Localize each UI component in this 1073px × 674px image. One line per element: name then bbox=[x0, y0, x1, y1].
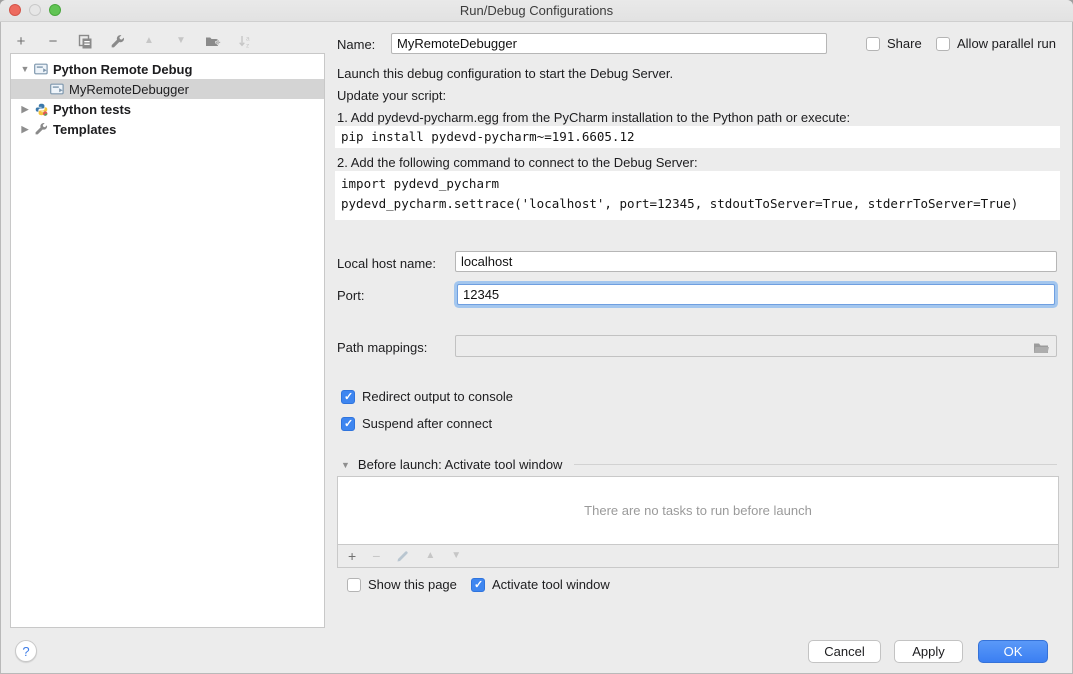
chevron-down-icon[interactable]: ▼ bbox=[341, 460, 350, 470]
wrench-icon bbox=[33, 122, 49, 136]
new-folder-button[interactable] bbox=[204, 32, 222, 50]
show-this-page-checkbox-row[interactable]: Show this page bbox=[347, 577, 457, 592]
edit-pencil-icon bbox=[396, 550, 409, 563]
intro-text-line2: Update your script: bbox=[337, 88, 446, 103]
chevron-down-icon[interactable]: ▼ bbox=[19, 64, 31, 74]
add-icon: + bbox=[17, 34, 26, 49]
svg-text:z: z bbox=[246, 42, 249, 49]
apply-button[interactable]: Apply bbox=[894, 640, 963, 663]
path-mappings-label: Path mappings: bbox=[337, 340, 427, 355]
help-button[interactable]: ? bbox=[15, 640, 37, 662]
remove-task-icon: − bbox=[372, 549, 380, 563]
local-host-name-label: Local host name: bbox=[337, 256, 436, 271]
allow-parallel-run-checkbox[interactable] bbox=[936, 37, 950, 51]
folder-icon[interactable] bbox=[1033, 341, 1050, 354]
tree-item-label: Templates bbox=[53, 122, 116, 137]
run-debug-configurations-dialog: Run/Debug Configurations + − ▲ ▼ bbox=[0, 0, 1073, 674]
add-configuration-button[interactable]: + bbox=[12, 32, 30, 50]
show-this-page-checkbox[interactable] bbox=[347, 578, 361, 592]
tree-item-templates[interactable]: ▶ Templates bbox=[11, 119, 324, 139]
show-this-page-label: Show this page bbox=[368, 577, 457, 592]
cancel-button[interactable]: Cancel bbox=[808, 640, 881, 663]
edit-templates-button[interactable] bbox=[108, 32, 126, 50]
question-mark-icon: ? bbox=[22, 644, 29, 659]
before-launch-toolbar: + − ▲ ▼ bbox=[337, 545, 1059, 568]
activate-tool-window-checkbox-row[interactable]: Activate tool window bbox=[471, 577, 610, 592]
close-window-button[interactable] bbox=[9, 4, 21, 16]
name-label: Name: bbox=[337, 37, 375, 52]
allow-parallel-run-checkbox-row[interactable]: Allow parallel run bbox=[936, 36, 1056, 51]
step2-text: 2. Add the following command to connect … bbox=[337, 155, 698, 170]
suspend-after-connect-checkbox[interactable] bbox=[341, 417, 355, 431]
chevron-right-icon[interactable]: ▶ bbox=[19, 124, 31, 135]
move-up-icon: ▲ bbox=[144, 36, 154, 46]
before-launch-task-list: There are no tasks to run before launch bbox=[337, 476, 1059, 545]
settrace-code-snippet: import pydevd_pycharm pydevd_pycharm.set… bbox=[335, 171, 1060, 220]
code-line-1: import pydevd_pycharm bbox=[341, 176, 499, 191]
before-launch-title: Before launch: Activate tool window bbox=[358, 457, 563, 472]
tree-item-label: MyRemoteDebugger bbox=[69, 82, 189, 97]
share-checkbox-row[interactable]: Share bbox=[866, 36, 922, 51]
configurations-tree: ▼ Python Remote Debug MyRemoteDebugger ▶ bbox=[10, 53, 325, 628]
move-task-down-icon: ▼ bbox=[451, 551, 461, 561]
intro-text-line1: Launch this debug configuration to start… bbox=[337, 66, 673, 81]
path-mappings-input bbox=[455, 335, 1057, 357]
suspend-after-connect-label: Suspend after connect bbox=[362, 416, 492, 431]
redirect-output-label: Redirect output to console bbox=[362, 389, 513, 404]
no-tasks-text: There are no tasks to run before launch bbox=[584, 503, 812, 518]
sort-configurations-button: a z bbox=[236, 32, 254, 50]
move-down-icon: ▼ bbox=[176, 36, 186, 46]
tree-item-myremotedebugger[interactable]: MyRemoteDebugger bbox=[11, 79, 324, 99]
svg-text:a: a bbox=[246, 35, 250, 42]
copy-icon bbox=[78, 34, 93, 49]
window-title: Run/Debug Configurations bbox=[0, 3, 1073, 18]
separator-line bbox=[574, 464, 1057, 465]
local-host-name-input[interactable] bbox=[455, 251, 1057, 272]
activate-tool-window-checkbox[interactable] bbox=[471, 578, 485, 592]
activate-tool-window-label: Activate tool window bbox=[492, 577, 610, 592]
before-launch-header[interactable]: ▼ Before launch: Activate tool window bbox=[341, 457, 1057, 472]
move-task-up-icon: ▲ bbox=[425, 551, 435, 561]
ok-button[interactable]: OK bbox=[978, 640, 1048, 663]
run-config-icon bbox=[33, 62, 49, 76]
tree-item-label: Python Remote Debug bbox=[53, 62, 192, 77]
tree-item-python-tests[interactable]: ▶ Python tests bbox=[11, 99, 324, 119]
tree-item-python-remote-debug[interactable]: ▼ Python Remote Debug bbox=[11, 59, 324, 79]
share-checkbox[interactable] bbox=[866, 37, 880, 51]
port-label: Port: bbox=[337, 288, 364, 303]
zoom-window-button[interactable] bbox=[49, 4, 61, 16]
suspend-after-connect-checkbox-row[interactable]: Suspend after connect bbox=[341, 416, 492, 431]
copy-configuration-button[interactable] bbox=[76, 32, 94, 50]
chevron-right-icon[interactable]: ▶ bbox=[19, 104, 31, 115]
pip-install-code-snippet: pip install pydevd-pycharm~=191.6605.12 bbox=[335, 126, 1060, 148]
move-up-button: ▲ bbox=[140, 32, 158, 50]
sort-alphabetically-icon: a z bbox=[238, 34, 253, 49]
allow-parallel-run-label: Allow parallel run bbox=[957, 36, 1056, 51]
add-task-icon[interactable]: + bbox=[348, 549, 356, 563]
configurations-toolbar: + − ▲ ▼ a bbox=[12, 30, 254, 52]
new-folder-icon bbox=[205, 34, 221, 48]
redirect-output-checkbox[interactable] bbox=[341, 390, 355, 404]
name-input[interactable] bbox=[391, 33, 827, 54]
port-input[interactable] bbox=[457, 284, 1055, 305]
python-icon bbox=[33, 102, 49, 116]
code-line-2: pydevd_pycharm.settrace('localhost', por… bbox=[341, 196, 1018, 211]
step1-text: 1. Add pydevd-pycharm.egg from the PyCha… bbox=[337, 110, 850, 125]
remove-configuration-button[interactable]: − bbox=[44, 32, 62, 50]
redirect-output-checkbox-row[interactable]: Redirect output to console bbox=[341, 389, 513, 404]
minimize-window-button bbox=[29, 4, 41, 16]
remove-icon: − bbox=[49, 34, 58, 49]
share-label: Share bbox=[887, 36, 922, 51]
tree-item-label: Python tests bbox=[53, 102, 131, 117]
run-config-icon bbox=[49, 82, 65, 96]
titlebar: Run/Debug Configurations bbox=[0, 0, 1073, 22]
move-down-button: ▼ bbox=[172, 32, 190, 50]
edit-templates-wrench-icon bbox=[110, 34, 125, 49]
